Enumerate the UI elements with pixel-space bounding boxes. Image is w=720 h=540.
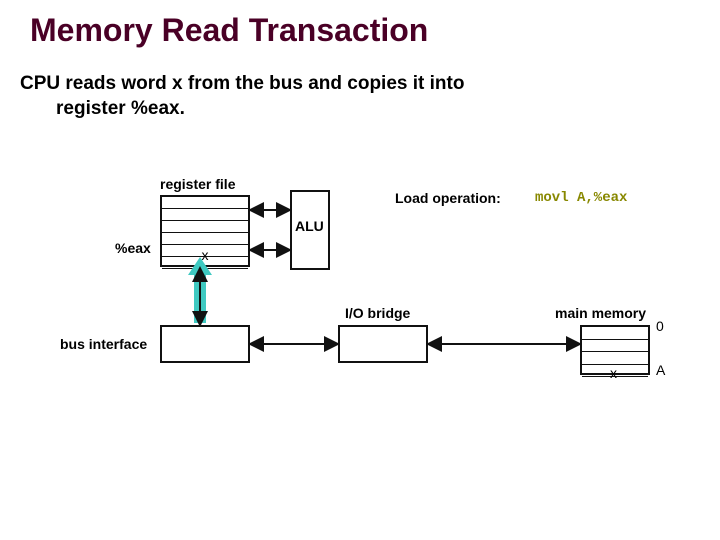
load-operation-code: movl A,%eax — [535, 190, 627, 206]
eax-label: %eax — [115, 240, 151, 256]
alu-label: ALU — [295, 218, 324, 234]
io-bridge-label: I/O bridge — [345, 305, 410, 321]
mem-address-A: A — [656, 362, 665, 378]
bus-interface-box — [160, 325, 250, 363]
subtitle-line1: CPU reads word x from the bus and copies… — [20, 73, 464, 94]
io-bridge-box — [338, 325, 428, 363]
diagram-stage: register file x %eax ALU Load operation:… — [0, 150, 720, 510]
register-x-value: x — [198, 247, 212, 263]
subtitle-line2: register %eax. — [20, 97, 690, 122]
slide-subtitle: CPU reads word x from the bus and copies… — [20, 72, 690, 121]
register-file-box: x — [160, 195, 250, 267]
slide-title: Memory Read Transaction — [30, 12, 428, 49]
main-memory-label: main memory — [555, 305, 646, 321]
bus-interface-label: bus interface — [60, 336, 147, 352]
mem-address-0: 0 — [656, 318, 664, 334]
register-file-label: register file — [160, 176, 235, 192]
main-memory-box: x — [580, 325, 650, 375]
load-operation-label: Load operation: — [395, 190, 501, 206]
mem-x-value: x — [610, 365, 617, 381]
